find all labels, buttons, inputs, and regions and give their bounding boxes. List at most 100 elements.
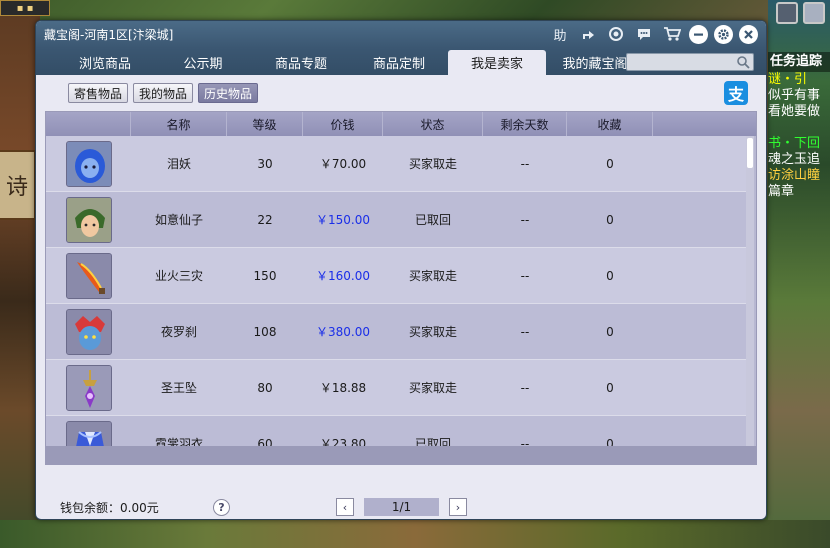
item-favorites: 0 bbox=[606, 324, 614, 339]
col-header-days-left[interactable]: 剩余天数 bbox=[483, 112, 567, 136]
table-footer-strip bbox=[46, 446, 756, 464]
col-header-name[interactable]: 名称 bbox=[131, 112, 227, 136]
item-thumb-cell bbox=[46, 304, 131, 359]
item-thumbnail[interactable] bbox=[65, 196, 112, 243]
item-level: 30 bbox=[257, 156, 273, 171]
prev-page-button[interactable]: ‹ bbox=[336, 498, 354, 516]
quest-line[interactable]: 魂之玉追 bbox=[768, 152, 830, 168]
quest-line[interactable]: 谜・引 bbox=[768, 72, 830, 88]
quest-line[interactable]: 任务追踪 bbox=[768, 52, 830, 72]
close-icon[interactable] bbox=[739, 24, 758, 44]
quest-line[interactable]: 看她要做 bbox=[768, 104, 830, 120]
table-row[interactable]: 如意仙子 22 ￥150.00 已取回 -- 0 bbox=[46, 192, 746, 248]
item-status: 买家取走 bbox=[408, 269, 457, 283]
item-favorites: 0 bbox=[606, 268, 614, 283]
tab-topics[interactable]: 商品专题 bbox=[252, 50, 350, 75]
subtab-history[interactable]: 历史物品 bbox=[198, 83, 259, 103]
col-header-favorites[interactable]: 收藏 bbox=[567, 112, 653, 136]
quest-tracker-panel: 任务追踪 谜・引 似乎有事 看她要做 书・下回 魂之玉追 访涂山瞳 篇章 bbox=[768, 52, 830, 222]
quest-line[interactable]: 篇章 bbox=[768, 184, 830, 200]
item-status: 买家取走 bbox=[408, 325, 457, 339]
col-header-price[interactable]: 价钱 bbox=[303, 112, 383, 136]
pet-avatar[interactable] bbox=[803, 2, 825, 24]
main-tab-bar: 浏览商品 公示期 商品专题 商品定制 我是卖家 我的藏宝阁 bbox=[36, 48, 766, 75]
item-thumb-cell bbox=[46, 360, 131, 415]
table-scrollbar[interactable] bbox=[746, 136, 754, 464]
treasure-pavilion-window: 藏宝阁-河南1区[汴梁城] 助 浏览商品 公示期 商品专题 商品定制 我是卖家 … bbox=[35, 20, 767, 520]
game-corner-badge[interactable]: ▪ ▪ bbox=[0, 0, 50, 16]
table-row[interactable]: 夜罗刹 108 ￥380.00 买家取走 -- 0 bbox=[46, 304, 746, 360]
tab-custom[interactable]: 商品定制 bbox=[350, 50, 448, 75]
cart-icon[interactable] bbox=[661, 24, 683, 44]
item-status: 已取回 bbox=[414, 213, 451, 227]
search-icon[interactable] bbox=[736, 55, 750, 69]
share-icon[interactable] bbox=[577, 24, 599, 44]
search-input[interactable] bbox=[627, 54, 735, 70]
table-row[interactable]: 泪妖 30 ￥70.00 买家取走 -- 0 bbox=[46, 136, 746, 192]
minimize-icon[interactable] bbox=[689, 24, 708, 44]
item-name: 圣王坠 bbox=[160, 381, 197, 395]
table-body: 泪妖 30 ￥70.00 买家取走 -- 0 如意仙子 22 ￥150.00 已取回 -- 0 业火三灾… bbox=[46, 136, 746, 464]
seller-subtabs: 寄售物品 我的物品 历史物品 bbox=[68, 83, 259, 103]
tab-publicity[interactable]: 公示期 bbox=[154, 50, 252, 75]
next-page-button[interactable]: › bbox=[449, 498, 467, 516]
item-thumbnail[interactable] bbox=[65, 364, 112, 411]
item-favorites: 0 bbox=[606, 212, 614, 227]
item-price: ￥70.00 bbox=[319, 157, 367, 171]
game-background-bottom bbox=[0, 520, 830, 548]
game-background-left bbox=[0, 0, 40, 548]
scrollbar-thumb[interactable] bbox=[747, 138, 753, 168]
item-price: ￥160.00 bbox=[316, 269, 370, 283]
title-bar[interactable]: 藏宝阁-河南1区[汴梁城] 助 bbox=[36, 21, 766, 48]
quest-line[interactable] bbox=[768, 120, 830, 136]
alipay-icon[interactable]: 支 bbox=[724, 81, 748, 105]
col-header-status[interactable]: 状态 bbox=[383, 112, 483, 136]
page-indicator: 1/1 bbox=[364, 498, 439, 516]
message-icon[interactable] bbox=[633, 24, 655, 44]
item-name: 夜罗刹 bbox=[160, 325, 197, 339]
wallet-balance: 钱包余额：0.00元 bbox=[60, 501, 159, 515]
item-thumb-cell bbox=[46, 136, 131, 191]
item-price: ￥150.00 bbox=[316, 213, 370, 227]
item-thumbnail[interactable] bbox=[65, 252, 112, 299]
item-name: 泪妖 bbox=[166, 157, 191, 171]
item-days-left: -- bbox=[520, 380, 530, 395]
table-header: 名称 等级 价钱 状态 剩余天数 收藏 bbox=[46, 112, 756, 136]
col-header-image bbox=[46, 112, 131, 136]
item-price: ￥380.00 bbox=[316, 325, 370, 339]
item-name: 如意仙子 bbox=[154, 213, 203, 227]
help-assistant-button[interactable]: 助 bbox=[549, 24, 571, 44]
item-days-left: -- bbox=[520, 212, 530, 227]
history-items-table: 名称 等级 价钱 状态 剩余天数 收藏 泪妖 30 ￥70.00 买家取走 -- 0 如意仙… bbox=[45, 111, 757, 465]
item-days-left: -- bbox=[520, 324, 530, 339]
item-level: 150 bbox=[253, 268, 277, 283]
window-footer: 钱包余额：0.00元 ? ‹ 1/1 › bbox=[36, 495, 766, 519]
quest-line[interactable]: 访涂山瞳 bbox=[768, 168, 830, 184]
table-row[interactable]: 业火三灾 150 ￥160.00 买家取走 -- 0 bbox=[46, 248, 746, 304]
item-status: 买家取走 bbox=[408, 157, 457, 171]
table-row[interactable]: 圣王坠 80 ￥18.88 买家取走 -- 0 bbox=[46, 360, 746, 416]
settings-gear-icon[interactable] bbox=[714, 24, 733, 44]
col-header-level[interactable]: 等级 bbox=[227, 112, 303, 136]
item-thumbnail[interactable] bbox=[65, 308, 112, 355]
item-thumbnail[interactable] bbox=[65, 140, 112, 187]
item-days-left: -- bbox=[520, 156, 530, 171]
help-icon[interactable]: ? bbox=[213, 499, 230, 516]
item-days-left: -- bbox=[520, 268, 530, 283]
item-favorites: 0 bbox=[606, 380, 614, 395]
tab-browse-goods[interactable]: 浏览商品 bbox=[56, 50, 154, 75]
item-level: 108 bbox=[253, 324, 277, 339]
window-title: 藏宝阁-河南1区[汴梁城] bbox=[44, 28, 174, 42]
quest-line[interactable]: 似乎有事 bbox=[768, 88, 830, 104]
subtab-consignment[interactable]: 寄售物品 bbox=[68, 83, 129, 103]
item-thumb-cell bbox=[46, 248, 131, 303]
player-avatar[interactable] bbox=[776, 2, 798, 24]
item-favorites: 0 bbox=[606, 156, 614, 171]
record-icon[interactable] bbox=[605, 24, 627, 44]
game-sign: 诗 bbox=[0, 150, 36, 220]
subtab-my-items[interactable]: 我的物品 bbox=[133, 83, 194, 103]
tab-i-am-seller[interactable]: 我是卖家 bbox=[448, 50, 546, 75]
quest-line[interactable]: 书・下回 bbox=[768, 136, 830, 152]
item-level: 80 bbox=[257, 380, 273, 395]
item-thumb-cell bbox=[46, 192, 131, 247]
